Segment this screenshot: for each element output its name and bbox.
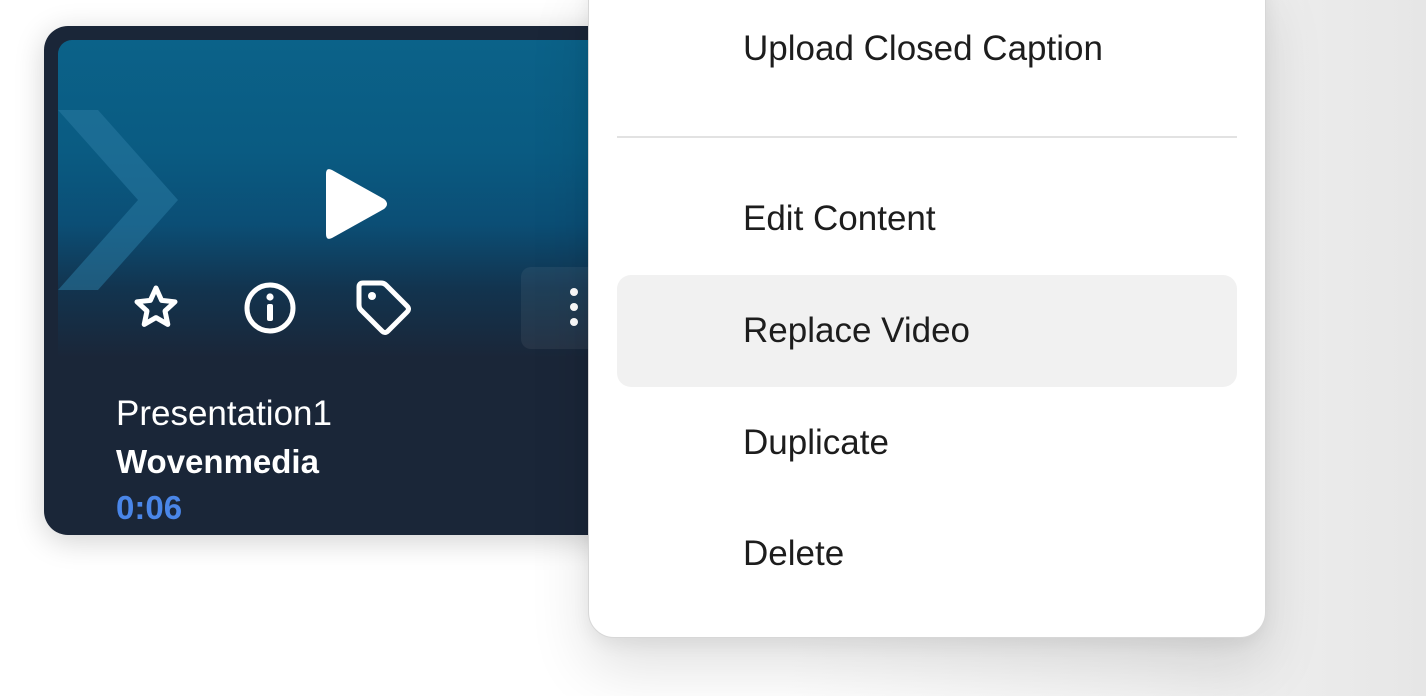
menu-item-delete[interactable]: Delete xyxy=(617,498,1237,610)
video-owner: Wovenmedia xyxy=(116,443,319,480)
menu-divider xyxy=(617,136,1237,138)
menu-item-edit-content[interactable]: Edit Content xyxy=(617,163,1237,275)
info-icon[interactable] xyxy=(243,281,297,335)
menu-item-duplicate[interactable]: Duplicate xyxy=(617,387,1237,499)
menu-item-label: Duplicate xyxy=(743,423,889,462)
star-icon[interactable] xyxy=(132,283,180,331)
video-card[interactable]: Presentation1 Wovenmedia 0:06 xyxy=(44,26,644,535)
menu-item-label: Edit Content xyxy=(743,199,936,238)
menu-item-upload-closed-caption[interactable]: Upload Closed Caption xyxy=(617,0,1237,105)
tag-icon[interactable] xyxy=(353,279,413,339)
video-context-menu: Upload Closed Caption Edit Content Repla… xyxy=(588,0,1266,638)
menu-item-label: Replace Video xyxy=(743,311,971,350)
more-vertical-icon xyxy=(570,288,578,326)
play-icon[interactable] xyxy=(324,166,390,242)
menu-item-label: Delete xyxy=(743,534,845,573)
brand-chevron-graphic xyxy=(58,110,178,290)
menu-item-replace-video[interactable]: Replace Video xyxy=(617,275,1237,387)
video-title[interactable]: Presentation1 xyxy=(116,392,332,436)
menu-item-label: Upload Closed Caption xyxy=(743,29,1103,68)
video-duration: 0:06 xyxy=(116,489,183,526)
